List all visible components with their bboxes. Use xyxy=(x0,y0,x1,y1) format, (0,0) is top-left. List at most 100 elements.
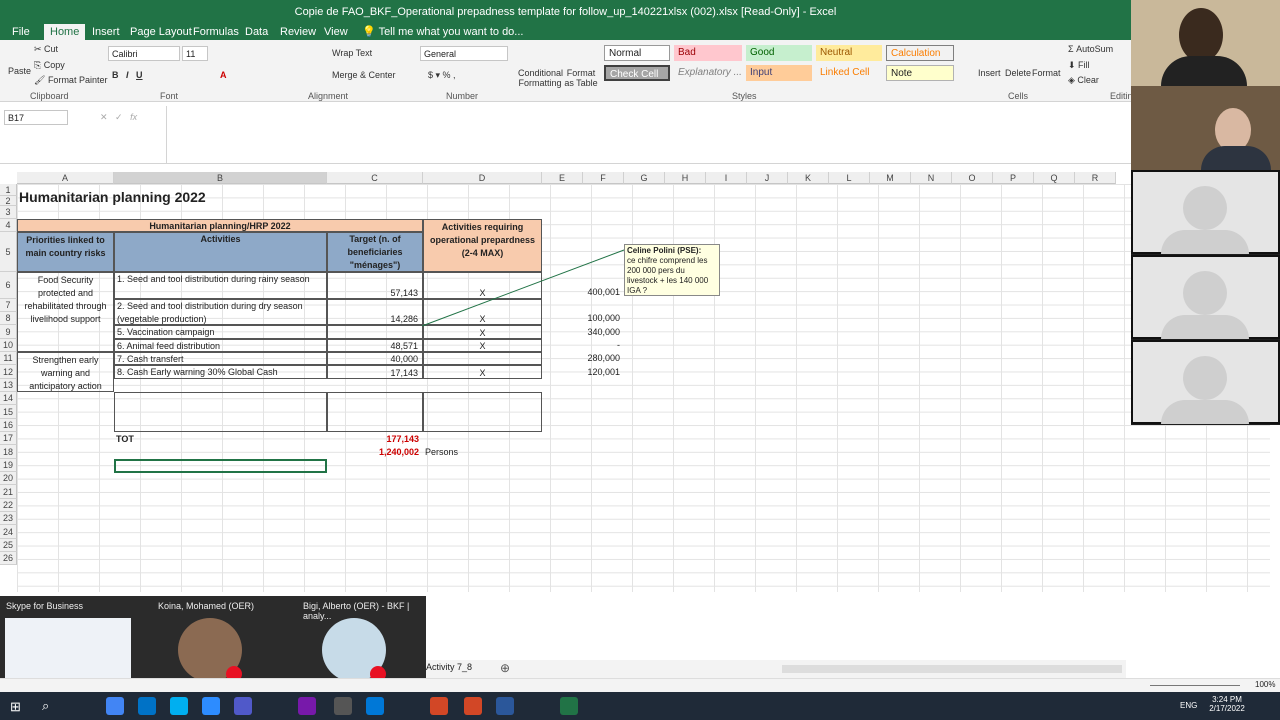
tell-me-search[interactable]: 💡 Tell me what you want to do... xyxy=(356,24,529,40)
chrome-icon[interactable] xyxy=(106,697,124,715)
target-cell[interactable]: 48,571 xyxy=(327,339,423,352)
style-good[interactable]: Good xyxy=(746,45,812,61)
tab-data[interactable]: Data xyxy=(239,24,274,40)
tab-file[interactable]: File xyxy=(6,24,36,40)
style-linked-cell[interactable]: Linked Cell xyxy=(816,65,882,81)
style-calculation[interactable]: Calculation xyxy=(886,45,954,61)
row-header[interactable]: 23 xyxy=(0,512,17,525)
tab-view[interactable]: View xyxy=(318,24,354,40)
prep-mark-cell[interactable]: X xyxy=(423,339,542,352)
empty-activity-block[interactable] xyxy=(114,392,327,432)
font-color-button[interactable]: A xyxy=(220,70,227,80)
row-header[interactable]: 14 xyxy=(0,392,17,405)
activity-cell[interactable]: 2. Seed and tool distribution during dry… xyxy=(114,299,327,325)
cut-button[interactable]: ✂ Cut xyxy=(34,44,58,55)
currency-button[interactable]: $ ▾ % , xyxy=(428,70,456,81)
delete-cells-button[interactable]: Delete xyxy=(1005,68,1031,78)
format-painter-button[interactable]: 🖌 Format Painter xyxy=(34,75,107,86)
col-header-a[interactable]: A xyxy=(17,172,114,184)
fx-icon[interactable]: ✕ ✓ fx xyxy=(100,112,137,123)
row-header[interactable]: 10 xyxy=(0,339,17,352)
col-f-value[interactable]: 120,001 xyxy=(583,365,620,380)
persons-label[interactable]: Persons xyxy=(425,446,458,459)
teams-icon[interactable] xyxy=(234,697,252,715)
col-header-k[interactable]: K xyxy=(788,172,829,184)
name-box[interactable]: B17 xyxy=(4,110,68,125)
row-header[interactable]: 21 xyxy=(0,485,17,499)
sheet-title[interactable]: Humanitarian planning 2022 xyxy=(19,188,206,206)
col-header-r[interactable]: R xyxy=(1075,172,1116,184)
edge-icon[interactable] xyxy=(366,697,384,715)
font-name-select[interactable]: Calibri xyxy=(108,46,180,61)
header-hrp[interactable]: Humanitarian planning/HRP 2022 xyxy=(17,219,423,232)
row-header[interactable]: 25 xyxy=(0,539,17,552)
col-header-i[interactable]: I xyxy=(706,172,747,184)
row-header[interactable]: 6 xyxy=(0,272,17,299)
participant-koina-label[interactable]: Koina, Mohamed (OER) xyxy=(158,601,254,611)
wrap-text-button[interactable]: Wrap Text xyxy=(332,48,372,58)
powerpoint-icon[interactable] xyxy=(464,697,482,715)
row-header[interactable]: 4 xyxy=(0,219,17,232)
add-sheet-icon[interactable]: ⊕ xyxy=(500,661,510,675)
row-header[interactable]: 20 xyxy=(0,472,17,485)
style-normal[interactable]: Normal xyxy=(604,45,670,61)
word-icon[interactable] xyxy=(496,697,514,715)
tot-value[interactable]: 177,143 xyxy=(327,433,419,446)
skype-icon[interactable] xyxy=(170,697,188,715)
col-header-m[interactable]: M xyxy=(870,172,911,184)
conditional-formatting-button[interactable]: Conditional Formatting xyxy=(518,68,563,88)
header-activities[interactable]: Activities xyxy=(114,232,327,272)
excel-icon[interactable] xyxy=(560,697,578,715)
sheet-tab-activity-7-8[interactable]: Activity 7_8 xyxy=(426,662,472,672)
row-header[interactable]: 15 xyxy=(0,405,17,419)
row-header[interactable]: 3 xyxy=(0,206,17,219)
fill-button[interactable]: ⬇ Fill xyxy=(1068,60,1090,71)
row-header[interactable]: 22 xyxy=(0,499,17,512)
col-header-o[interactable]: O xyxy=(952,172,993,184)
format-as-table-button[interactable]: Format as Table xyxy=(563,68,599,88)
row-header[interactable]: 11 xyxy=(0,352,17,365)
target-cell[interactable]: 14,286 xyxy=(327,299,423,325)
video-participant-2[interactable] xyxy=(1131,86,1280,170)
tab-review[interactable]: Review xyxy=(274,24,322,40)
video-placeholder-5[interactable] xyxy=(1131,340,1280,424)
video-placeholder-4[interactable] xyxy=(1131,255,1280,339)
row-header[interactable]: 16 xyxy=(0,419,17,432)
col-header-c[interactable]: C xyxy=(327,172,423,184)
col-header-l[interactable]: L xyxy=(829,172,870,184)
row-header[interactable]: 19 xyxy=(0,459,17,472)
style-note[interactable]: Note xyxy=(886,65,954,81)
row-header[interactable]: 12 xyxy=(0,365,17,379)
zoom-slider[interactable] xyxy=(1150,685,1240,686)
style-check-cell[interactable]: Check Cell xyxy=(604,65,670,81)
col-f-value[interactable]: 280,000 xyxy=(583,352,620,365)
tab-insert[interactable]: Insert xyxy=(86,24,126,40)
number-format-select[interactable]: General xyxy=(420,46,508,61)
col-header-j[interactable]: J xyxy=(747,172,788,184)
insert-cells-button[interactable]: Insert xyxy=(978,68,1001,78)
header-priorities[interactable]: Priorities linked to main country risks xyxy=(17,232,114,272)
video-placeholder-3[interactable] xyxy=(1131,170,1280,254)
target-cell[interactable] xyxy=(327,325,423,339)
style-explanatory[interactable]: Explanatory ... xyxy=(674,65,742,81)
horizontal-scrollbar[interactable] xyxy=(782,665,1122,673)
prep-mark-cell[interactable]: X xyxy=(423,365,542,379)
calculator-icon[interactable] xyxy=(334,697,352,715)
clear-button[interactable]: ◈ Clear xyxy=(1068,75,1099,86)
row-header[interactable]: 17 xyxy=(0,432,17,445)
row-header[interactable]: 18 xyxy=(0,445,17,459)
row-header[interactable]: 24 xyxy=(0,525,17,539)
row-header[interactable]: 1 xyxy=(0,184,17,196)
target-cell[interactable]: 57,143 xyxy=(327,272,423,299)
col-header-d[interactable]: D xyxy=(423,172,542,184)
skype-app-label[interactable]: Skype for Business xyxy=(6,601,83,611)
comment-box[interactable]: Celine Polini (PSE): ce chifre comprend … xyxy=(624,244,720,296)
col-header-e[interactable]: E xyxy=(542,172,583,184)
col-header-h[interactable]: H xyxy=(665,172,706,184)
formula-input[interactable] xyxy=(166,106,1131,164)
activity-cell[interactable]: 7. Cash transfert xyxy=(114,352,327,365)
col-header-p[interactable]: P xyxy=(993,172,1034,184)
clock[interactable]: 3:24 PM 2/17/2022 xyxy=(1205,695,1249,713)
skype-window-preview[interactable] xyxy=(5,618,131,686)
col-header-b[interactable]: B xyxy=(114,172,327,184)
